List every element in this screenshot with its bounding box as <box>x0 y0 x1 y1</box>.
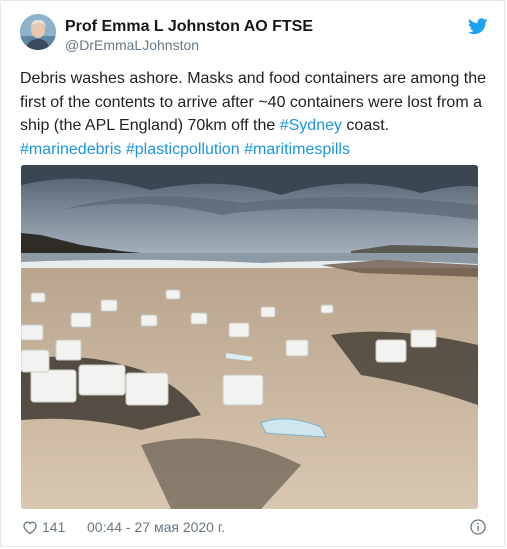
author-handle[interactable]: @DrEmmaLJohnston <box>65 37 199 53</box>
author-name[interactable]: Prof Emma L Johnston AO FTSE <box>65 18 313 36</box>
avatar[interactable] <box>20 14 56 50</box>
hashtag-sydney-link[interactable]: #Sydney <box>280 117 342 134</box>
tweet-header: Prof Emma L Johnston AO FTSE @DrEmmaLJoh… <box>20 14 488 58</box>
tweet-footer: 141 00:44 - 27 мая 2020 г. <box>20 517 486 539</box>
like-count[interactable]: 141 <box>42 519 65 535</box>
timestamp[interactable]: 00:44 - 27 мая 2020 г. <box>87 519 225 535</box>
tweet-text: Debris washes ashore. Masks and food con… <box>20 67 490 161</box>
twitter-bird-icon[interactable] <box>468 18 488 35</box>
beach-debris-photo-icon <box>21 165 478 509</box>
tweet-card: Prof Emma L Johnston AO FTSE @DrEmmaLJoh… <box>0 0 505 547</box>
tweet-body-text: Debris washes ashore. Masks and food con… <box>20 70 487 134</box>
hashtag-marinedebris-link[interactable]: #marinedebris <box>20 141 121 158</box>
tweet-body-text-end: coast. <box>341 117 390 134</box>
hashtag-plasticpollution-link[interactable]: #plasticpollution <box>126 141 240 158</box>
heart-icon[interactable] <box>22 520 38 535</box>
info-icon[interactable] <box>470 519 486 535</box>
tweet-photo[interactable] <box>21 165 478 509</box>
hashtag-maritimespills-link[interactable]: #maritimespills <box>244 141 350 158</box>
